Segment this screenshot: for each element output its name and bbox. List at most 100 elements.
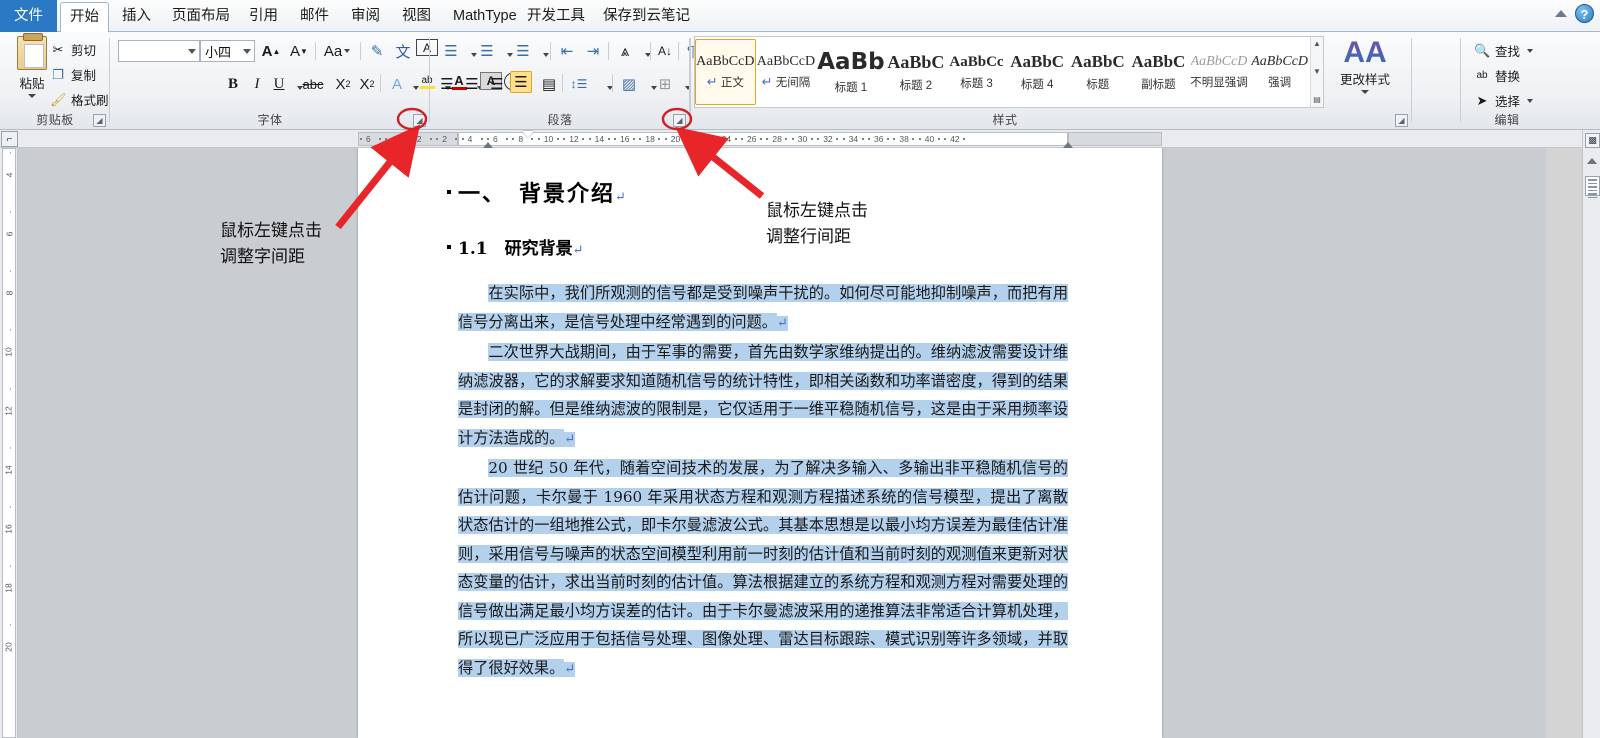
pilcrow-icon: ↵ [776, 315, 788, 331]
vertical-ruler[interactable]: 4 - 6 - 8 - 10 - 12 - 14 - 16 - 18 - 20 - [0, 148, 18, 738]
clear-formatting-button[interactable]: ✎ [366, 39, 388, 63]
cursor-icon: ➤ [1476, 92, 1488, 108]
increase-indent-button[interactable]: ⇥ [582, 39, 604, 63]
shading-button[interactable]: ▨ [618, 72, 640, 96]
paragraph-dialog-launcher[interactable]: ◢ [673, 114, 686, 127]
phonetic-guide-button[interactable]: 文 [392, 39, 414, 63]
document-paragraph[interactable]: 二次世界大战期间，由于军事的需要，首先由数学家维纳提出的。维纳滤波需要设计维纳滤… [458, 338, 1068, 454]
multilevel-list-dropdown[interactable] [534, 43, 556, 67]
chevron-down-icon[interactable] [1527, 48, 1534, 53]
borders-button[interactable]: ⊞ [654, 72, 676, 96]
tab-stop-selector[interactable]: ⌐ [1, 131, 18, 147]
numbering-button[interactable]: ☰ [476, 39, 498, 63]
browse-object-icon[interactable]: ▩ [1585, 133, 1600, 148]
tab-references[interactable]: 引用 [240, 2, 287, 32]
multilevel-list-button[interactable]: ☰ [512, 39, 534, 63]
document-paragraph[interactable]: 20 世纪 50 年代，随着空间技术的发展，为了解决多输入、多输出非平稳随机信号… [458, 454, 1068, 684]
chevron-down-icon[interactable] [188, 49, 196, 54]
clipboard-dialog-launcher[interactable]: ◢ [93, 114, 106, 127]
decrease-indent-button[interactable]: ⇤ [556, 39, 578, 63]
style-item-heading-1[interactable]: AaBb 标题 1 [816, 39, 885, 105]
style-item-no-spacing[interactable]: AaBbCcD ↵ 无间隔 [756, 39, 817, 105]
replace-button[interactable]: ab 替换 [1474, 66, 1520, 85]
copy-button[interactable]: ❐ 复制 [50, 65, 96, 84]
group-font: 小四 A▲ A▼ Aa ✎ 文 A B I U abc X2 X2 A ab [110, 32, 526, 130]
line-spacing-button[interactable]: ↕☰ [568, 72, 590, 96]
ruler-tick-dot [639, 138, 642, 140]
chevron-down-icon[interactable] [1527, 98, 1534, 103]
tab-page-layout[interactable]: 页面布局 [163, 2, 239, 32]
group-styles: AaBbCcD ↵ 正文 AaBbCcD ↵ 无间隔 AaBb 标题 1 AaB… [690, 32, 1412, 130]
style-item-heading-4[interactable]: AaBbC 标题 4 [1007, 39, 1068, 105]
style-item-title[interactable]: AaBbC 标题 [1067, 39, 1128, 105]
styles-dialog-launcher[interactable]: ◢ [1395, 114, 1408, 127]
tab-home[interactable]: 开始 [60, 2, 109, 33]
format-painter-button[interactable]: 🖌 格式刷 [50, 90, 109, 109]
superscript-button[interactable]: X2 [356, 72, 378, 96]
style-item-body[interactable]: AaBbCcD ↵ 正文 [695, 39, 756, 105]
vertical-ruler-tick: 8 [3, 290, 14, 296]
style-item-emphasis[interactable]: AaBbCcD 强调 [1249, 39, 1310, 105]
subscript-button[interactable]: X2 [332, 72, 354, 96]
ruler-tick: 42 [950, 134, 960, 144]
tab-view[interactable]: 视图 [393, 2, 440, 32]
horizontal-ruler[interactable]: 6 4 2 2 4 6 8 10 12 14 16 18 20 22 24 26 28 30 32 34 36 38 40 4… [0, 130, 1600, 148]
justify-button[interactable]: ☰ [510, 71, 532, 93]
help-icon[interactable]: ? [1575, 4, 1594, 23]
document-page[interactable]: 一、 背景介绍↵ 1.1 研究背景↵ 在实际中，我们所观测的信号都是受到噪声干扰… [358, 148, 1162, 738]
binoculars-icon: 🔍 [1474, 42, 1491, 58]
bullets-button[interactable]: ☰ [440, 39, 462, 63]
change-case-button[interactable]: Aa [320, 39, 354, 63]
scroll-down-icon[interactable]: ▼ [1311, 67, 1323, 77]
tab-mathtype[interactable]: MathType [444, 2, 526, 32]
font-dialog-launcher[interactable]: ◢ [413, 114, 426, 127]
chevron-down-icon[interactable] [28, 94, 36, 98]
styles-gallery[interactable]: AaBbCcD ↵ 正文 AaBbCcD ↵ 无间隔 AaBb 标题 1 AaB… [694, 36, 1324, 108]
asian-sort-button[interactable]: A↓ [654, 39, 676, 63]
ruler-tick-dot [893, 138, 896, 140]
align-left-button[interactable]: ☰ [436, 72, 458, 96]
cut-button[interactable]: ✂ 剪切 [50, 40, 96, 59]
caret-up-icon[interactable] [1555, 10, 1567, 17]
paste-button[interactable]: 粘贴 [8, 33, 56, 98]
italic-button[interactable]: I [246, 72, 268, 96]
style-item-subtle-emphasis[interactable]: AaBbCcD 不明显强调 [1189, 39, 1250, 105]
change-styles-button[interactable]: AA 更改样式 [1334, 38, 1396, 94]
grow-font-button[interactable]: A ▲ [260, 39, 282, 63]
chevron-down-icon[interactable] [243, 49, 251, 54]
tab-insert[interactable]: 插入 [113, 2, 160, 32]
shrink-font-button[interactable]: A ▼ [288, 39, 310, 63]
style-item-heading-3[interactable]: AaBbCc 标题 3 [946, 39, 1007, 105]
style-item-heading-2[interactable]: AaBbC 标题 2 [886, 39, 947, 105]
more-styles-icon[interactable]: ▤ [1311, 95, 1323, 105]
select-button[interactable]: ➤ 选择 [1474, 91, 1534, 110]
align-right-button[interactable]: ☰ [486, 72, 508, 96]
align-center-button[interactable]: ☰ [461, 72, 483, 96]
tab-developer-tools[interactable]: 开发工具 [518, 2, 594, 32]
scroll-up-icon[interactable]: ▲ [1311, 39, 1323, 49]
sort-button[interactable]: ⩓ [614, 39, 636, 63]
vertical-ruler-tick: 6 [3, 231, 14, 237]
font-size-input[interactable]: 小四 [200, 40, 255, 62]
underline-button[interactable]: U [268, 72, 290, 96]
first-line-indent-marker[interactable] [522, 131, 534, 138]
annotation-line-spacing: 鼠标左键点击 调整行间距 [766, 201, 868, 247]
chevron-down-icon[interactable] [1361, 90, 1369, 94]
line-spacing-dropdown[interactable] [598, 76, 620, 100]
font-name-input[interactable] [118, 40, 200, 62]
bold-button[interactable]: B [222, 72, 244, 96]
ruler-tick: 2 [416, 134, 422, 144]
document-paragraph[interactable]: 在实际中，我们所观测的信号都是受到噪声干扰的。如何尽可能地抑制噪声，而把有用信号… [458, 279, 1068, 338]
distribute-button[interactable]: ▤ [538, 72, 560, 96]
tab-file[interactable]: 文件 [0, 0, 57, 32]
tab-mailings[interactable]: 邮件 [291, 2, 338, 32]
tab-save-to-cloud-note[interactable]: 保存到云笔记 [594, 2, 699, 32]
find-button[interactable]: 🔍 查找 [1474, 41, 1534, 60]
style-item-subtitle[interactable]: AaBbC 副标题 [1128, 39, 1189, 105]
styles-scrollbar[interactable]: ▲ ▼ ▤ [1309, 37, 1324, 107]
word-window: 文件 开始 插入 页面布局 引用 邮件 审阅 视图 MathType 开发工具 … [0, 0, 1600, 738]
next-page-icon[interactable] [1585, 176, 1600, 198]
tab-review[interactable]: 审阅 [342, 2, 389, 32]
strikethrough-button[interactable]: abc [302, 72, 324, 96]
previous-page-icon[interactable] [1587, 158, 1597, 164]
